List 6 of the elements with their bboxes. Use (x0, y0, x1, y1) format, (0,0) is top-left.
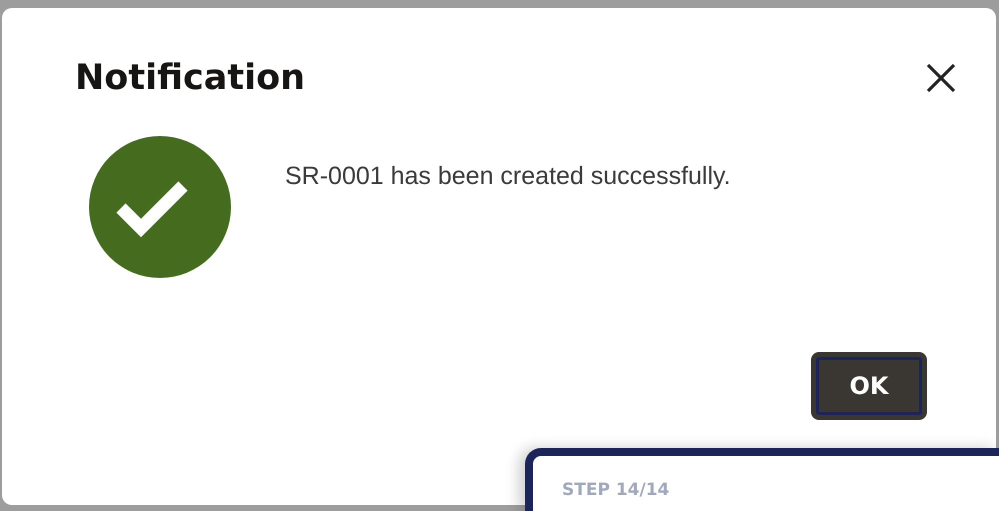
message-text: SR-0001 has been created successfully. (285, 162, 731, 191)
close-icon[interactable] (925, 62, 957, 94)
check-circle-icon (89, 136, 231, 278)
ok-button[interactable]: OK (811, 352, 927, 420)
dialog-title: Notification (75, 58, 306, 98)
step-counter: STEP 14/14 (562, 480, 670, 500)
